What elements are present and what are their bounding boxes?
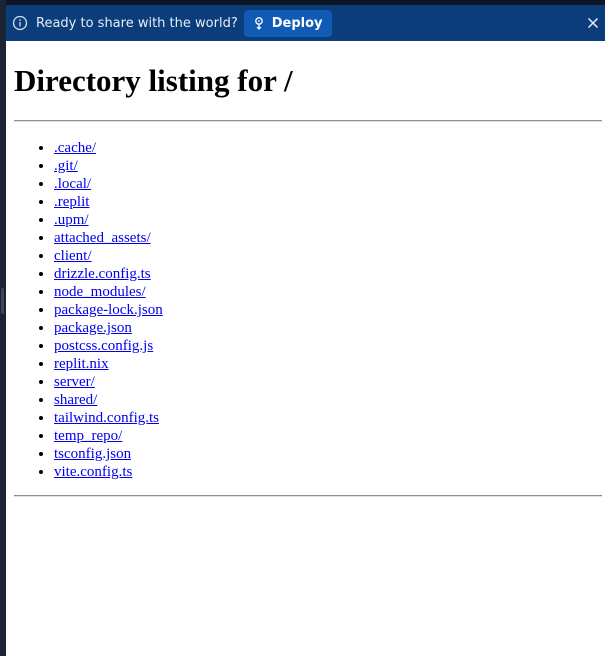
list-item: .upm/ (54, 211, 163, 229)
file-link[interactable]: node_modules/ (54, 284, 146, 300)
divider-top (14, 120, 602, 122)
file-link[interactable]: .replit (54, 194, 89, 210)
list-item: drizzle.config.ts (54, 265, 163, 283)
deploy-button-label: Deploy (271, 15, 323, 31)
file-link[interactable]: server/ (54, 374, 95, 390)
file-link[interactable]: client/ (54, 248, 92, 264)
file-link[interactable]: temp_repo/ (54, 428, 122, 444)
file-link[interactable]: postcss.config.js (54, 338, 153, 354)
list-item: postcss.config.js (54, 337, 163, 355)
list-item: package.json (54, 319, 163, 337)
deploy-button[interactable]: Deploy (243, 9, 332, 37)
list-item: .cache/ (54, 139, 163, 157)
banner-message: Ready to share with the world? (36, 15, 238, 31)
list-item: .git/ (54, 157, 163, 175)
file-link[interactable]: shared/ (54, 392, 97, 408)
file-link[interactable]: drizzle.config.ts (54, 266, 151, 282)
file-link[interactable]: .git/ (54, 158, 78, 174)
list-item: shared/ (54, 391, 163, 409)
file-link[interactable]: replit.nix (54, 356, 109, 372)
list-item: package-lock.json (54, 301, 163, 319)
list-item: tsconfig.json (54, 445, 163, 463)
list-item: attached_assets/ (54, 229, 163, 247)
file-link[interactable]: package-lock.json (54, 302, 163, 318)
file-link[interactable]: attached_assets/ (54, 230, 151, 246)
list-item: server/ (54, 373, 163, 391)
file-link[interactable]: tailwind.config.ts (54, 410, 159, 426)
resize-handle[interactable] (1, 288, 4, 314)
list-item: tailwind.config.ts (54, 409, 163, 427)
file-link[interactable]: package.json (54, 320, 132, 336)
file-link[interactable]: .cache/ (54, 140, 96, 156)
file-link[interactable]: vite.config.ts (54, 464, 132, 480)
file-link[interactable]: .upm/ (54, 212, 89, 228)
list-item: .local/ (54, 175, 163, 193)
file-link[interactable]: .local/ (54, 176, 91, 192)
divider-bottom (14, 495, 602, 497)
list-item: vite.config.ts (54, 463, 163, 481)
file-link[interactable]: tsconfig.json (54, 446, 131, 462)
info-icon (12, 15, 28, 31)
directory-listing-page: Directory listing for / .cache/ .git/ .l… (6, 41, 605, 656)
page-title: Directory listing for / (14, 63, 293, 98)
deploy-banner: Ready to share with the world? Deploy (6, 5, 605, 41)
deploy-icon (252, 16, 266, 30)
close-icon[interactable] (586, 16, 600, 30)
list-item: node_modules/ (54, 283, 163, 301)
file-list: .cache/ .git/ .local/ .replit .upm/ atta… (14, 139, 163, 481)
list-item: replit.nix (54, 355, 163, 373)
list-item: client/ (54, 247, 163, 265)
list-item: .replit (54, 193, 163, 211)
list-item: temp_repo/ (54, 427, 163, 445)
